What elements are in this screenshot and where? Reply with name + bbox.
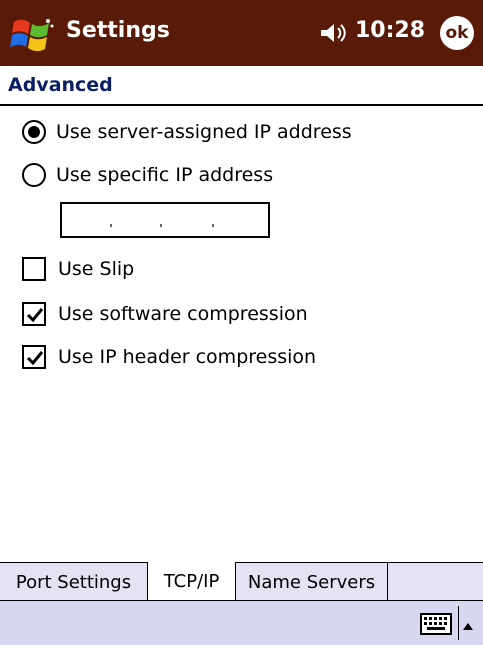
software-compression-option[interactable]: Use software compression	[22, 299, 308, 329]
software-compression-checkbox[interactable]	[22, 302, 46, 326]
server-ip-label: Use server-assigned IP address	[56, 121, 352, 143]
start-menu-button[interactable]	[8, 14, 56, 54]
ip-separator	[160, 224, 162, 227]
keyboard-icon	[420, 613, 452, 635]
section-title: Advanced	[8, 74, 113, 96]
clock[interactable]: 10:28	[355, 18, 425, 43]
speaker-icon	[321, 24, 346, 42]
ip-header-compression-option[interactable]: Use IP header compression	[22, 342, 316, 372]
slip-label: Use Slip	[58, 258, 135, 280]
specific-ip-radio[interactable]	[22, 163, 46, 187]
checkmark-icon	[26, 351, 44, 366]
volume-button[interactable]	[319, 20, 349, 46]
app-title: Settings	[66, 18, 170, 43]
server-ip-radio[interactable]	[22, 120, 46, 144]
tab-port-settings[interactable]: Port Settings	[0, 563, 148, 601]
checkmark-icon	[26, 308, 44, 323]
tab-bar: Port Settings TCP/IP Name Servers	[0, 562, 483, 601]
software-compression-label: Use software compression	[58, 303, 308, 325]
menu-bar	[0, 600, 483, 645]
ip-header-compression-checkbox[interactable]	[22, 345, 46, 369]
slip-checkbox[interactable]	[22, 257, 46, 281]
title-bar: Settings 10:28 ok	[0, 0, 483, 66]
tab-tcp-ip[interactable]: TCP/IP	[148, 562, 236, 601]
ip-header-compression-label: Use IP header compression	[58, 346, 317, 368]
specific-ip-option[interactable]: Use specific IP address	[22, 160, 273, 190]
specific-ip-label: Use specific IP address	[56, 164, 274, 186]
ip-address-field[interactable]	[60, 202, 270, 238]
windows-flag-icon	[10, 19, 54, 52]
separator	[458, 606, 459, 640]
input-panel-button[interactable]	[420, 613, 452, 635]
server-ip-option[interactable]: Use server-assigned IP address	[22, 117, 352, 147]
ok-button[interactable]: ok	[440, 16, 474, 50]
slip-option[interactable]: Use Slip	[22, 254, 134, 284]
tab-name-servers[interactable]: Name Servers	[236, 563, 388, 601]
divider	[0, 104, 483, 106]
input-method-menu-button[interactable]	[462, 616, 474, 630]
ip-separator	[110, 224, 112, 227]
arrow-up-icon	[463, 623, 473, 630]
ip-separator	[212, 224, 214, 227]
